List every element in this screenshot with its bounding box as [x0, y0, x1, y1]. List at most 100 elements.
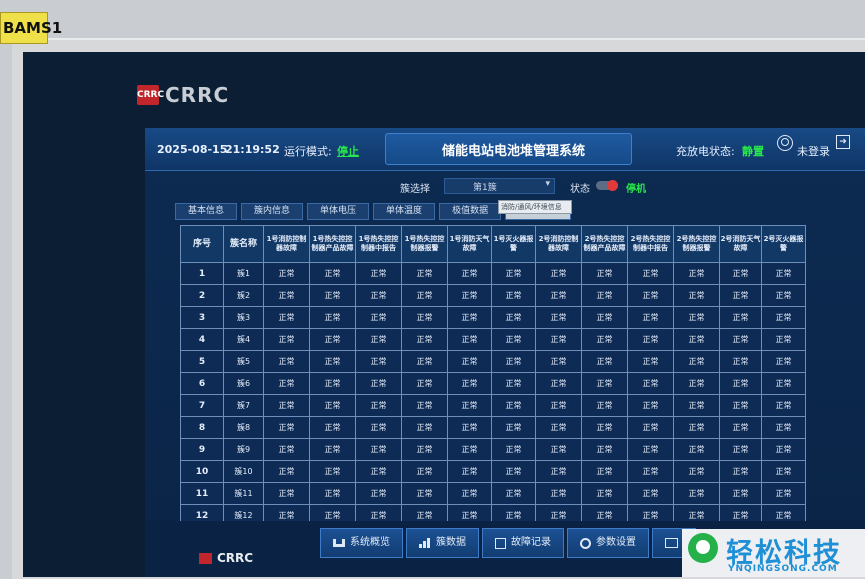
status-cell: 正常	[309, 328, 356, 351]
row-number: 11	[180, 482, 224, 505]
status-cell: 正常	[673, 438, 720, 461]
tab-cluster-info[interactable]: 簇内信息	[241, 203, 304, 220]
tab-extreme-data[interactable]: 极值数据	[439, 203, 502, 220]
cluster-name-cell: 簇4	[223, 328, 264, 351]
device-label: BAMS1	[0, 12, 62, 44]
tab-cell-temperature[interactable]: 单体温度	[373, 203, 436, 220]
column-header: 1号消防天气故障	[447, 225, 492, 263]
status-cell: 正常	[355, 372, 402, 395]
date-display: 2025-08-15	[157, 143, 228, 156]
status-cell: 正常	[401, 460, 448, 483]
user-icon[interactable]	[777, 135, 793, 151]
column-header: 2号灭火器报警	[761, 225, 806, 263]
run-mode-label: 运行模式:	[284, 145, 332, 158]
row-number: 1	[180, 262, 224, 285]
column-header: 序号	[180, 225, 224, 263]
status-cell: 正常	[535, 438, 582, 461]
status-cell: 正常	[761, 350, 806, 373]
nav-label: 簇数据	[436, 537, 466, 548]
status-cell: 正常	[355, 328, 402, 351]
nav-system-overview[interactable]: 系统概览	[320, 528, 403, 558]
row-number: 6	[180, 372, 224, 395]
status-cell: 正常	[491, 438, 536, 461]
cluster-select[interactable]: 第1簇 ▾	[444, 178, 555, 194]
fault-icon	[495, 537, 506, 549]
run-mode-value[interactable]: 停止	[337, 143, 359, 159]
status-cell: 正常	[581, 328, 628, 351]
nav-cluster-data[interactable]: 簇数据	[406, 528, 479, 558]
status-cell: 正常	[447, 350, 492, 373]
status-cell: 正常	[535, 306, 582, 329]
status-cell: 正常	[355, 350, 402, 373]
tab-cell-voltage[interactable]: 单体电压	[307, 203, 370, 220]
status-cell: 正常	[673, 284, 720, 307]
status-cell: 正常	[355, 394, 402, 417]
cluster-name-cell: 簇11	[223, 482, 264, 505]
status-cell: 正常	[719, 350, 762, 373]
status-cell: 正常	[401, 306, 448, 329]
row-number: 3	[180, 306, 224, 329]
table-row: 9 簇9 正常 正常 正常 正常 正常 正常 正常 正常 正常 正常 正常 正常	[180, 438, 806, 461]
charge-state-value: 静置	[742, 145, 764, 158]
nav-label: 故障记录	[511, 537, 551, 548]
status-cell: 正常	[627, 416, 674, 439]
login-status[interactable]: 未登录	[797, 143, 830, 159]
nav-parameter-settings[interactable]: 参数设置	[567, 528, 649, 558]
status-cell: 正常	[535, 394, 582, 417]
status-cell: 正常	[627, 262, 674, 285]
status-cell: 正常	[447, 372, 492, 395]
status-cell: 正常	[309, 262, 356, 285]
status-cell: 正常	[673, 416, 720, 439]
status-cell: 正常	[719, 416, 762, 439]
status-cell: 正常	[581, 438, 628, 461]
status-cell: 正常	[761, 438, 806, 461]
status-cell: 正常	[447, 306, 492, 329]
status-cell: 正常	[761, 306, 806, 329]
column-header: 2号热失控控制器中报告	[627, 225, 674, 263]
home-icon	[333, 539, 345, 547]
column-header: 1号热失控控制器中报告	[355, 225, 402, 263]
status-cell: 正常	[719, 306, 762, 329]
status-cell: 正常	[263, 482, 310, 505]
status-cell: 正常	[535, 350, 582, 373]
top-bar: 2025-08-15 21:19:52 运行模式: 停止 储能电站电池堆管理系统…	[145, 128, 865, 171]
cluster-controls: 簇选择 第1簇 ▾ 状态 停机	[145, 178, 865, 195]
status-cell: 正常	[535, 262, 582, 285]
status-cell: 正常	[581, 372, 628, 395]
status-cell: 正常	[355, 306, 402, 329]
status-toggle[interactable]	[596, 180, 618, 191]
status-cell: 正常	[627, 284, 674, 307]
status-cell: 正常	[581, 482, 628, 505]
nav-label: 系统概览	[350, 537, 390, 548]
status-cell: 正常	[401, 284, 448, 307]
status-cell: 正常	[355, 460, 402, 483]
status-cell: 正常	[263, 350, 310, 373]
row-number: 4	[180, 328, 224, 351]
status-cell: 正常	[581, 416, 628, 439]
page-title: 储能电站电池堆管理系统	[442, 144, 586, 159]
status-cell: 正常	[761, 262, 806, 285]
status-cell: 正常	[309, 438, 356, 461]
status-cell: 正常	[581, 394, 628, 417]
status-cell: 正常	[673, 460, 720, 483]
status-cell: 正常	[535, 328, 582, 351]
column-header: 2号消防天气故障	[719, 225, 762, 263]
nav-fault-records[interactable]: 故障记录	[482, 528, 564, 558]
status-cell: 正常	[309, 284, 356, 307]
status-cell: 正常	[447, 262, 492, 285]
status-cell: 正常	[355, 416, 402, 439]
cluster-name-cell: 簇3	[223, 306, 264, 329]
logout-icon[interactable]: ➜	[836, 135, 850, 149]
status-cell: 正常	[401, 482, 448, 505]
status-cell: 正常	[627, 460, 674, 483]
tab-basic-info[interactable]: 基本信息	[175, 203, 238, 220]
status-cell: 正常	[719, 372, 762, 395]
status-cell: 正常	[263, 438, 310, 461]
table-row: 8 簇8 正常 正常 正常 正常 正常 正常 正常 正常 正常 正常 正常 正常	[180, 416, 806, 439]
cluster-name-cell: 簇9	[223, 438, 264, 461]
dropdown-arrow-icon: ▾	[545, 179, 550, 189]
status-cell: 正常	[401, 350, 448, 373]
cluster-name-cell: 簇5	[223, 350, 264, 373]
status-table: 序号 簇名称 1号消防控制器故障 1号热失控控制器产品故障 1号热失控控制器中报告 1号热…	[180, 225, 806, 527]
status-cell: 正常	[627, 482, 674, 505]
